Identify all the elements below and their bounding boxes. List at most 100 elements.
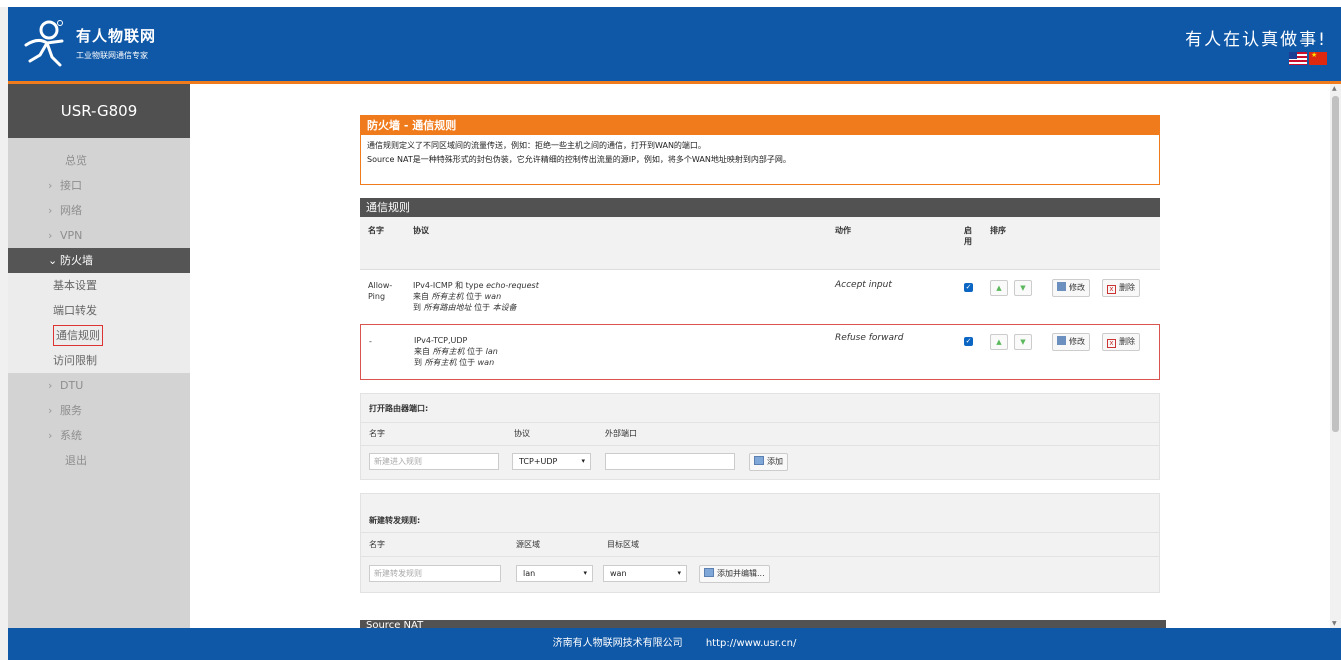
- us-flag-icon[interactable]: [1289, 52, 1307, 65]
- footer: 济南有人物联网技术有限公司 http://www.usr.cn/: [8, 628, 1341, 660]
- source-nat-section-title: Source NAT: [360, 620, 1166, 628]
- sidebar-item-logout[interactable]: 退出: [8, 448, 190, 473]
- new-forward-title: 新建转发规则:: [369, 516, 421, 525]
- chevron-down-icon: ▾: [583, 569, 587, 577]
- sidebar-item-dtu[interactable]: › DTU: [8, 373, 190, 398]
- rule-to-host: 所有路由地址: [423, 303, 472, 312]
- dest-zone-select[interactable]: wan ▾: [603, 565, 687, 582]
- move-down-button[interactable]: ▼: [1014, 334, 1032, 350]
- name-label: 名字: [369, 429, 385, 438]
- rule-name-part: Allow-: [368, 281, 393, 290]
- rule-from-zone: lan: [485, 347, 498, 356]
- chevron-right-icon: ›: [48, 404, 53, 417]
- sidebar-item-label: DTU: [60, 379, 84, 392]
- rule-to-mid: 位于: [474, 303, 491, 312]
- traffic-rules-table: 通信规则 名字 协议 动作 启 用 排序 Allow- Ping IPv4-ICM…: [360, 198, 1160, 380]
- protocol-value: TCP+UDP: [519, 457, 558, 466]
- intro-text: 通信规则定义了不同区域间的流量传送，例如：拒绝一些主机之间的通信，打开到WAN的…: [367, 139, 1159, 167]
- edit-button[interactable]: 修改: [1052, 333, 1090, 351]
- edit-button[interactable]: 修改: [1052, 279, 1090, 297]
- delete-icon: x: [1107, 339, 1116, 348]
- rule-name: -: [369, 337, 372, 346]
- table-header: 名字 协议 动作 启 用 排序: [360, 217, 1160, 255]
- delete-icon: x: [1107, 285, 1116, 294]
- sidebar-item-traffic-rules[interactable]: 通信规则: [8, 323, 190, 348]
- scroll-up-icon[interactable]: ▲: [1332, 85, 1337, 92]
- scroll-thumb[interactable]: [1332, 96, 1339, 432]
- rule-from-host: 所有主机: [432, 347, 465, 356]
- sidebar-item-firewall[interactable]: ⌄ 防火墙: [8, 248, 190, 273]
- top-strip: [0, 0, 1341, 7]
- delete-button[interactable]: x 删除: [1102, 279, 1140, 297]
- scroll-down-icon[interactable]: ▼: [1332, 620, 1337, 627]
- sidebar-item-network[interactable]: › 网络: [8, 198, 190, 223]
- col-sort: 排序: [990, 226, 1006, 235]
- chevron-right-icon: ›: [48, 229, 53, 242]
- add-icon: [704, 568, 714, 577]
- divider: [361, 532, 1159, 533]
- name-label: 名字: [369, 540, 385, 549]
- col-name: 名字: [368, 226, 384, 235]
- forward-name-input[interactable]: 新建转发规则: [369, 565, 501, 582]
- rule-action: Accept input: [835, 280, 892, 290]
- external-port-input[interactable]: [605, 453, 735, 470]
- rule-from-host: 所有主机: [431, 292, 464, 301]
- divider: [361, 422, 1159, 423]
- cn-flag-icon[interactable]: [1309, 51, 1327, 65]
- add-port-button[interactable]: 添加: [749, 453, 788, 471]
- divider: [361, 556, 1159, 557]
- chevron-right-icon: ›: [48, 379, 53, 392]
- move-down-button[interactable]: ▼: [1014, 280, 1032, 296]
- sidebar: USR-G809 总览 › 接口 › 网络 › VPN ⌄ 防火墙 基本设置 端口转发 …: [8, 84, 190, 628]
- enabled-checkbox[interactable]: ✓: [964, 337, 973, 346]
- chevron-right-icon: ›: [48, 204, 53, 217]
- add-and-edit-button[interactable]: 添加并编辑...: [699, 565, 770, 583]
- sidebar-item-basic-settings[interactable]: 基本设置: [8, 273, 190, 298]
- language-switcher: [1289, 51, 1327, 65]
- open-port-panel: 打开路由器端口: 名字 协议 外部端口 新建进入规则 TCP+UDP ▾ 添加: [360, 393, 1160, 480]
- rule-from-mid: 位于: [467, 347, 484, 356]
- sidebar-item-services[interactable]: › 服务: [8, 398, 190, 423]
- usr-logo-icon: [24, 20, 64, 67]
- delete-label: 删除: [1119, 337, 1135, 346]
- sidebar-item-interfaces[interactable]: › 接口: [8, 173, 190, 198]
- sidebar-item-port-forward[interactable]: 端口转发: [8, 298, 190, 323]
- table-spacer: [360, 255, 1160, 270]
- rule-protocol: IPv4-ICMP 和 type echo-request 来自 所有主机 位于…: [413, 280, 539, 313]
- chevron-right-icon: ›: [48, 429, 53, 442]
- sidebar-item-overview[interactable]: 总览: [8, 148, 190, 173]
- page-title: 防火墙 - 通信规则: [361, 116, 1159, 135]
- sidebar-item-system[interactable]: › 系统: [8, 423, 190, 448]
- sidebar-item-access-restriction[interactable]: 访问限制: [8, 348, 190, 373]
- chevron-down-icon: ⌄: [48, 254, 58, 267]
- rule-to-mid: 位于: [459, 358, 476, 367]
- footer-url[interactable]: http://www.usr.cn/: [706, 638, 797, 649]
- rule-from-mid: 位于: [466, 292, 483, 301]
- vertical-scrollbar[interactable]: ▲ ▼: [1330, 84, 1341, 628]
- delete-button[interactable]: x 删除: [1102, 333, 1140, 351]
- rule-to-zone: 本设备: [492, 303, 517, 312]
- col-enabled-2: 用: [964, 237, 972, 246]
- external-port-label: 外部端口: [605, 429, 637, 438]
- enabled-checkbox[interactable]: ✓: [964, 283, 973, 292]
- sidebar-item-label: 防火墙: [60, 254, 93, 267]
- sidebar-item-label: 服务: [60, 404, 82, 417]
- sidebar-item-label: 基本设置: [53, 279, 97, 292]
- sidebar-item-label: 网络: [60, 204, 82, 217]
- open-port-name-input[interactable]: 新建进入规则: [369, 453, 499, 470]
- move-up-button[interactable]: ▲: [990, 334, 1008, 350]
- brand-name: 有人物联网: [76, 27, 157, 45]
- chevron-down-icon: ▾: [581, 457, 585, 465]
- sidebar-item-label: 访问限制: [53, 354, 97, 367]
- source-zone-label: 源区域: [516, 540, 540, 549]
- sidebar-item-label: 系统: [60, 429, 82, 442]
- app-header: 有人物联网 工业物联网通信专家 有人在认真做事!: [8, 7, 1341, 84]
- rule-to-prefix: 到: [413, 303, 421, 312]
- rule-proto: IPv4-TCP,UDP: [414, 336, 468, 345]
- sidebar-item-vpn[interactable]: › VPN: [8, 223, 190, 248]
- intro-line-2: Source NAT是一种特殊形式的封包伪装，它允许精细的控制传出流量的源IP，…: [367, 155, 791, 164]
- table-row: Allow- Ping IPv4-ICMP 和 type echo-request…: [360, 270, 1160, 322]
- move-up-button[interactable]: ▲: [990, 280, 1008, 296]
- source-zone-select[interactable]: lan ▾: [516, 565, 593, 582]
- protocol-select[interactable]: TCP+UDP ▾: [512, 453, 591, 470]
